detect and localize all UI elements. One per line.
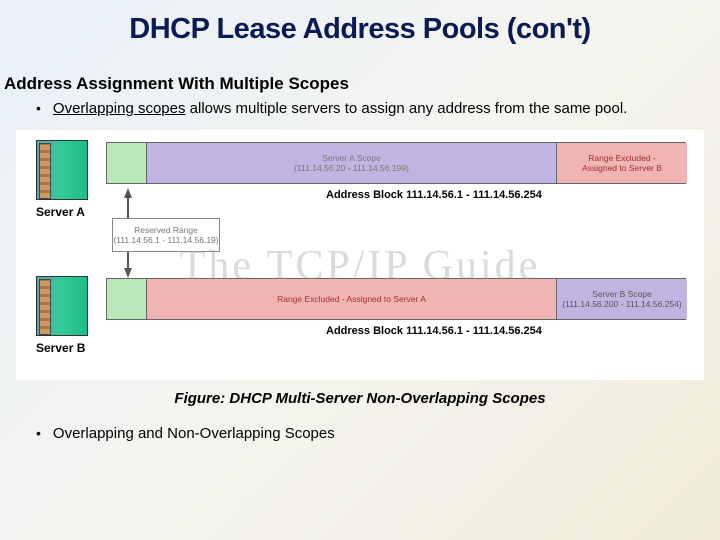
section-heading: Address Assignment With Multiple Scopes bbox=[4, 74, 720, 94]
excl-a-title: Range Excluded - bbox=[584, 153, 660, 163]
arrow-down-icon bbox=[124, 268, 132, 278]
bullet-dot: • bbox=[36, 100, 41, 118]
page-title: DHCP Lease Address Pools (con't) bbox=[0, 0, 720, 46]
scope-b-range: (111.14.56.200 - 111.14.56.254) bbox=[558, 299, 685, 309]
scope-b-title: Server B Scope bbox=[588, 289, 656, 299]
server-b-icon bbox=[36, 276, 88, 336]
bullet-dot: • bbox=[36, 425, 41, 443]
server-a-icon bbox=[36, 140, 88, 200]
block-b-label: Address Block 111.14.56.1 - 111.14.56.25… bbox=[326, 325, 542, 337]
arrow-up-icon bbox=[124, 188, 132, 198]
bar-a-excluded: Range Excluded - Assigned to Server B bbox=[557, 143, 687, 183]
bar-a-reserved bbox=[107, 143, 147, 183]
figure-caption: Figure: DHCP Multi-Server Non-Overlappin… bbox=[0, 390, 720, 407]
bar-b-reserved bbox=[107, 279, 147, 319]
diagram: Server A Server B Server A Scope (111.14… bbox=[16, 130, 704, 380]
server-b-label: Server B bbox=[36, 341, 85, 355]
bullet-2: • Overlapping and Non-Overlapping Scopes bbox=[36, 425, 720, 443]
server-a-label: Server A bbox=[36, 205, 85, 219]
bullet-1-underlined: Overlapping scopes bbox=[53, 100, 186, 117]
scope-a-title: Server A Scope bbox=[318, 153, 385, 163]
bar-b-scope-b: Server B Scope (111.14.56.200 - 111.14.5… bbox=[557, 279, 687, 319]
arrow-line bbox=[127, 198, 129, 218]
reserved-title: Reserved Range bbox=[134, 225, 198, 235]
scope-a-range: (111.14.56.20 - 111.14.56.199) bbox=[290, 163, 413, 173]
bullet-1-rest: allows multiple servers to assign any ad… bbox=[185, 100, 627, 117]
bullet-1-text: Overlapping scopes allows multiple serve… bbox=[53, 100, 627, 118]
bullet-2-text: Overlapping and Non-Overlapping Scopes bbox=[53, 425, 335, 443]
bullet-1: • Overlapping scopes allows multiple ser… bbox=[36, 100, 720, 118]
bar-a-scope-a: Server A Scope (111.14.56.20 - 111.14.56… bbox=[147, 143, 557, 183]
excl-b-text: Range Excluded - Assigned to Server A bbox=[273, 294, 430, 304]
watermark: The TCP/IP Guide bbox=[180, 242, 541, 290]
excl-a-sub: Assigned to Server B bbox=[578, 163, 666, 173]
block-a-label: Address Block 111.14.56.1 - 111.14.56.25… bbox=[326, 189, 542, 201]
address-bar-a: Server A Scope (111.14.56.20 - 111.14.56… bbox=[106, 142, 686, 184]
